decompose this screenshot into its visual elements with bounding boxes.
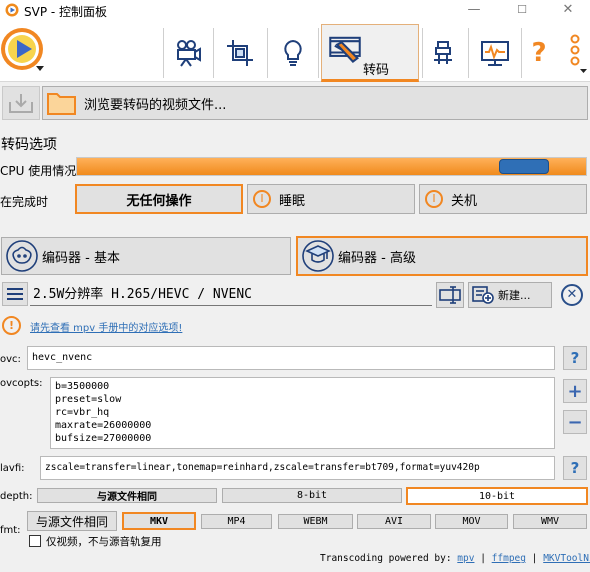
footer-separator: | bbox=[531, 553, 538, 564]
ovcopts-line: preset=slow bbox=[55, 394, 122, 405]
fmt-webm-label: WEBM bbox=[303, 516, 328, 527]
ovc-label: ovc: bbox=[0, 354, 21, 365]
tab-transcode-label: 转码 bbox=[363, 63, 390, 78]
add-option-button[interactable]: + bbox=[563, 379, 587, 403]
app-menu-button[interactable] bbox=[0, 26, 44, 78]
title-bar: SVP - 控制面板 — ☐ ✕ bbox=[0, 0, 590, 20]
lavfi-input[interactable]: zscale=transfer=linear,tonemap=reinhard,… bbox=[40, 456, 555, 480]
lightbulb-icon[interactable] bbox=[270, 28, 316, 78]
browse-video-button[interactable]: 浏览要转码的视频文件... bbox=[42, 86, 588, 120]
warning-icon: ! bbox=[2, 316, 21, 335]
folder-icon bbox=[47, 93, 76, 115]
close-button[interactable]: ✕ bbox=[545, 0, 590, 20]
depth-10bit-label: 10-bit bbox=[478, 490, 516, 502]
mkvtoolnix-link[interactable]: MKVToolNix bbox=[543, 553, 590, 564]
encoder-basic-label: 编码器 - 基本 bbox=[42, 250, 120, 266]
do-nothing-button[interactable]: 无任何操作 bbox=[75, 184, 243, 214]
cpu-usage-handle[interactable] bbox=[499, 159, 549, 174]
depth-same-label: 与源文件相同 bbox=[97, 492, 157, 503]
footer: Transcoding powered by: mpv | ffmpeg | M… bbox=[320, 553, 590, 564]
crop-icon[interactable] bbox=[217, 28, 263, 78]
on-complete-label: 在完成时 bbox=[0, 195, 49, 209]
fmt-avi-label: AVI bbox=[384, 516, 404, 527]
chip-icon[interactable] bbox=[420, 28, 466, 78]
help-icon[interactable]: ? bbox=[521, 28, 557, 78]
ovc-input[interactable]: hevc_nvenc bbox=[27, 346, 555, 370]
download-tray-icon bbox=[9, 94, 33, 113]
fmt-mp4-button[interactable]: MP4 bbox=[201, 514, 272, 529]
video-camera-icon[interactable] bbox=[165, 28, 211, 78]
fmt-wmv-label: WMV bbox=[540, 516, 560, 527]
footer-separator: | bbox=[480, 553, 486, 564]
more-icon[interactable] bbox=[562, 28, 588, 78]
preset-menu-button[interactable] bbox=[2, 282, 28, 306]
depth-8bit-button[interactable]: 8-bit bbox=[222, 488, 402, 503]
depth-label: depth: bbox=[0, 491, 33, 502]
video-only-label: 仅视频，不与源音轨复用 bbox=[46, 536, 162, 548]
fmt-mkv-button[interactable]: MKV bbox=[122, 512, 196, 530]
sheep-icon bbox=[6, 240, 38, 272]
fmt-label: fmt: bbox=[0, 525, 21, 536]
ovcopts-line: rc=vbr_hq bbox=[55, 407, 110, 418]
video-only-checkbox[interactable] bbox=[29, 535, 41, 547]
mpv-manual-link[interactable]: 请先查看 mpv 手册中的对应选项! bbox=[30, 319, 182, 334]
monitor-icon[interactable] bbox=[472, 28, 518, 78]
fmt-wmv-button[interactable]: WMV bbox=[513, 514, 587, 529]
power-sleep-icon: I bbox=[253, 190, 271, 208]
ovcopts-label: ovcopts: bbox=[0, 378, 43, 389]
depth-8bit-label: 8-bit bbox=[296, 490, 328, 501]
queue-button[interactable] bbox=[2, 86, 40, 120]
window-title: SVP - 控制面板 bbox=[24, 5, 108, 19]
lavfi-help-button[interactable]: ? bbox=[563, 456, 587, 480]
browse-video-label: 浏览要转码的视频文件... bbox=[84, 97, 227, 113]
fmt-mov-label: MOV bbox=[462, 516, 481, 527]
do-nothing-label: 无任何操作 bbox=[126, 193, 192, 209]
maximize-button[interactable]: ☐ bbox=[499, 0, 545, 20]
fmt-same-button[interactable]: 与源文件相同 bbox=[27, 511, 117, 531]
new-preset-label: 新建... bbox=[498, 289, 531, 302]
cpu-usage-slider[interactable] bbox=[76, 157, 587, 176]
encoder-basic-button[interactable]: 编码器 - 基本 bbox=[1, 237, 291, 275]
remove-option-button[interactable]: − bbox=[563, 410, 587, 434]
encoder-advanced-label: 编码器 - 高级 bbox=[338, 250, 416, 266]
preset-name-field[interactable]: 2.5W分辨率 H.265/HEVC / NVENC bbox=[30, 284, 432, 306]
new-preset-button[interactable]: 新建... bbox=[468, 282, 552, 308]
footer-prefix: Transcoding powered by: bbox=[320, 553, 452, 564]
fmt-mkv-label: MKV bbox=[149, 515, 169, 527]
menu-icon bbox=[7, 288, 23, 300]
delete-preset-icon[interactable]: ✕ bbox=[561, 284, 583, 306]
power-icon: I bbox=[425, 190, 443, 208]
fmt-avi-button[interactable]: AVI bbox=[357, 514, 431, 529]
lavfi-label: lavfi: bbox=[0, 463, 25, 474]
ovcopts-line: b=3500000 bbox=[55, 381, 110, 392]
ovcopts-textarea[interactable]: b=3500000 preset=slow rc=vbr_hq maxrate=… bbox=[50, 377, 555, 449]
shutdown-button[interactable]: I 关机 bbox=[419, 184, 587, 214]
fmt-mov-button[interactable]: MOV bbox=[435, 514, 508, 529]
ovc-help-button[interactable]: ? bbox=[563, 346, 587, 370]
section-title: 转码选项 bbox=[1, 137, 57, 153]
fmt-webm-button[interactable]: WEBM bbox=[278, 514, 353, 529]
ffmpeg-link[interactable]: ffmpeg bbox=[492, 553, 526, 564]
fmt-same-label: 与源文件相同 bbox=[35, 514, 108, 529]
depth-10bit-button[interactable]: 10-bit bbox=[406, 487, 588, 505]
cpu-usage-label: CPU 使用情况 bbox=[0, 164, 77, 178]
new-preset-icon bbox=[472, 286, 494, 304]
ovcopts-line: bufsize=27000000 bbox=[55, 433, 152, 444]
sleep-label: 睡眠 bbox=[279, 193, 306, 209]
mpv-link[interactable]: mpv bbox=[457, 553, 474, 564]
rename-preset-button[interactable] bbox=[436, 282, 464, 308]
transcode-icon bbox=[329, 36, 361, 63]
graduate-icon bbox=[302, 240, 334, 272]
encoder-advanced-button[interactable]: 编码器 - 高级 bbox=[296, 236, 588, 276]
ovcopts-line: maxrate=26000000 bbox=[55, 420, 152, 431]
depth-same-button[interactable]: 与源文件相同 bbox=[37, 488, 217, 503]
svp-logo-icon bbox=[5, 3, 19, 17]
shutdown-label: 关机 bbox=[451, 193, 478, 209]
toolbar: 转码 ? bbox=[0, 20, 590, 82]
svp-main-icon bbox=[1, 28, 44, 71]
minimize-button[interactable]: — bbox=[451, 0, 497, 20]
sleep-button[interactable]: I 睡眠 bbox=[247, 184, 415, 214]
fmt-mp4-label: MP4 bbox=[227, 516, 246, 527]
text-cursor-icon bbox=[439, 286, 461, 304]
